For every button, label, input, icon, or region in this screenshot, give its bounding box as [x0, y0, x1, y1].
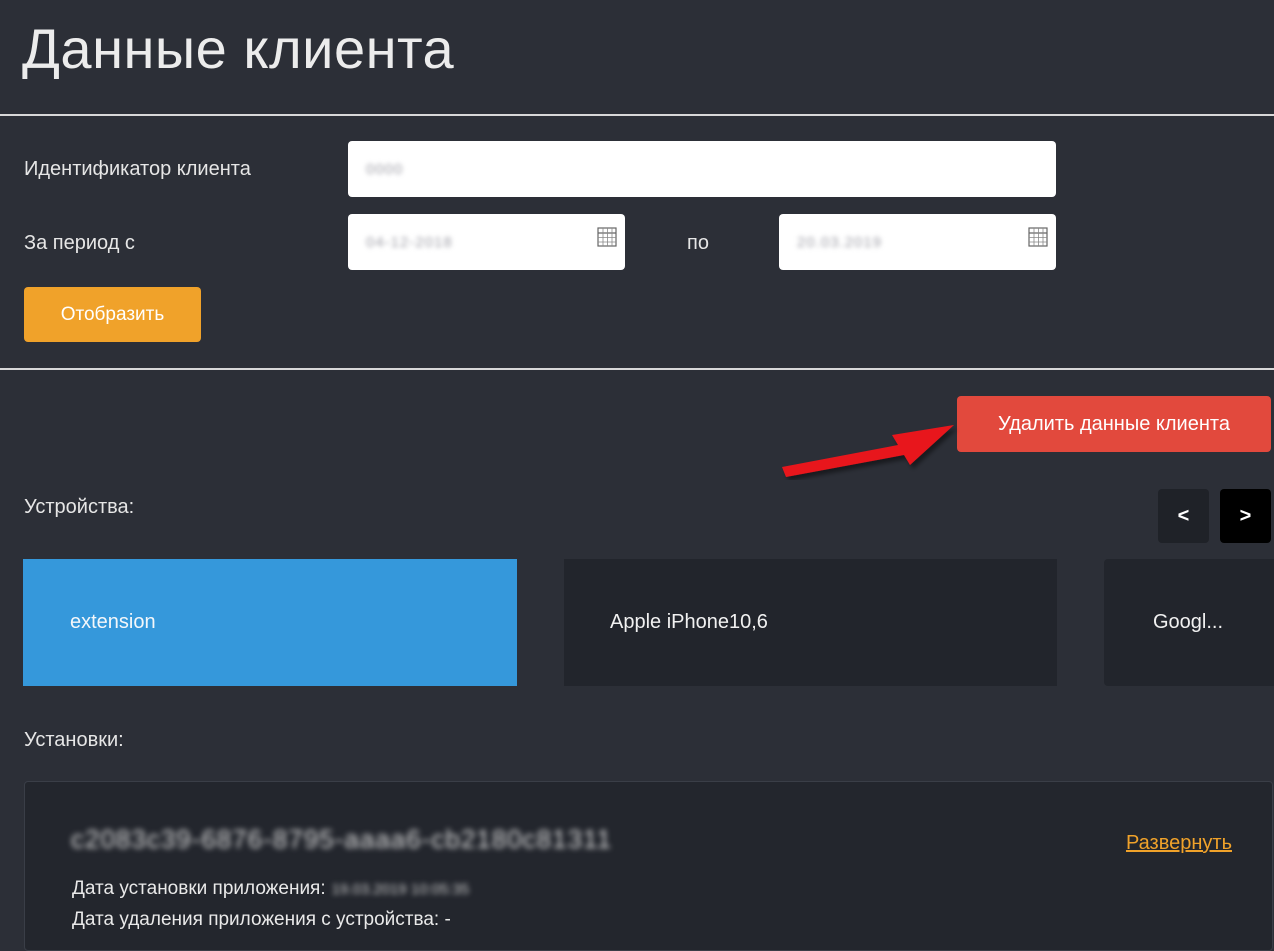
- period-to-input[interactable]: 20.03.2019: [779, 214, 1056, 270]
- client-id-label: Идентификатор клиента: [24, 158, 251, 180]
- period-from-label: За период с: [24, 232, 135, 254]
- header-divider: [0, 114, 1274, 116]
- period-to-value: 20.03.2019: [797, 233, 883, 251]
- expand-link[interactable]: Развернуть: [1126, 832, 1232, 855]
- device-card-extension[interactable]: extension: [23, 559, 517, 686]
- period-from-value: 04-12-2018: [366, 233, 453, 251]
- period-to-label: по: [687, 232, 709, 254]
- install-date-line: Дата установки приложения: 19.03.2019 10:…: [72, 878, 469, 900]
- client-id-value: 0000: [366, 160, 404, 178]
- uninstall-date-value: -: [444, 909, 451, 930]
- device-label: extension: [70, 611, 156, 633]
- form-divider: [0, 368, 1274, 370]
- show-button[interactable]: Отобразить: [24, 287, 201, 342]
- uninstall-date-line: Дата удаления приложения с устройства: -: [72, 909, 451, 931]
- device-label: Apple iPhone10,6: [610, 611, 768, 633]
- device-card-google[interactable]: Googl...: [1104, 559, 1274, 686]
- installs-label: Установки:: [24, 729, 124, 751]
- uninstall-date-label: Дата удаления приложения с устройства:: [72, 909, 440, 930]
- device-label: Googl...: [1153, 611, 1224, 633]
- page-title: Данные клиента: [22, 17, 455, 80]
- install-card: c2083c39-6876-8795-aaaa6-cb2180c81311 Ра…: [24, 781, 1273, 951]
- install-date-value: 19.03.2019 10:05:35: [331, 881, 470, 898]
- device-card-apple-iphone[interactable]: Apple iPhone10,6: [564, 559, 1057, 686]
- period-from-input[interactable]: 04-12-2018: [348, 214, 625, 270]
- annotation-arrow: [782, 425, 954, 477]
- devices-label: Устройства:: [24, 496, 135, 518]
- delete-client-data-button[interactable]: Удалить данные клиента: [957, 396, 1271, 452]
- calendar-icon[interactable]: [597, 227, 617, 247]
- install-id: c2083c39-6876-8795-aaaa6-cb2180c81311: [71, 824, 613, 854]
- client-id-input[interactable]: 0000: [348, 141, 1056, 197]
- calendar-icon[interactable]: [1028, 227, 1048, 247]
- devices-prev-button[interactable]: <: [1158, 489, 1209, 543]
- install-date-label: Дата установки приложения:: [72, 878, 326, 899]
- devices-next-button[interactable]: >: [1220, 489, 1271, 543]
